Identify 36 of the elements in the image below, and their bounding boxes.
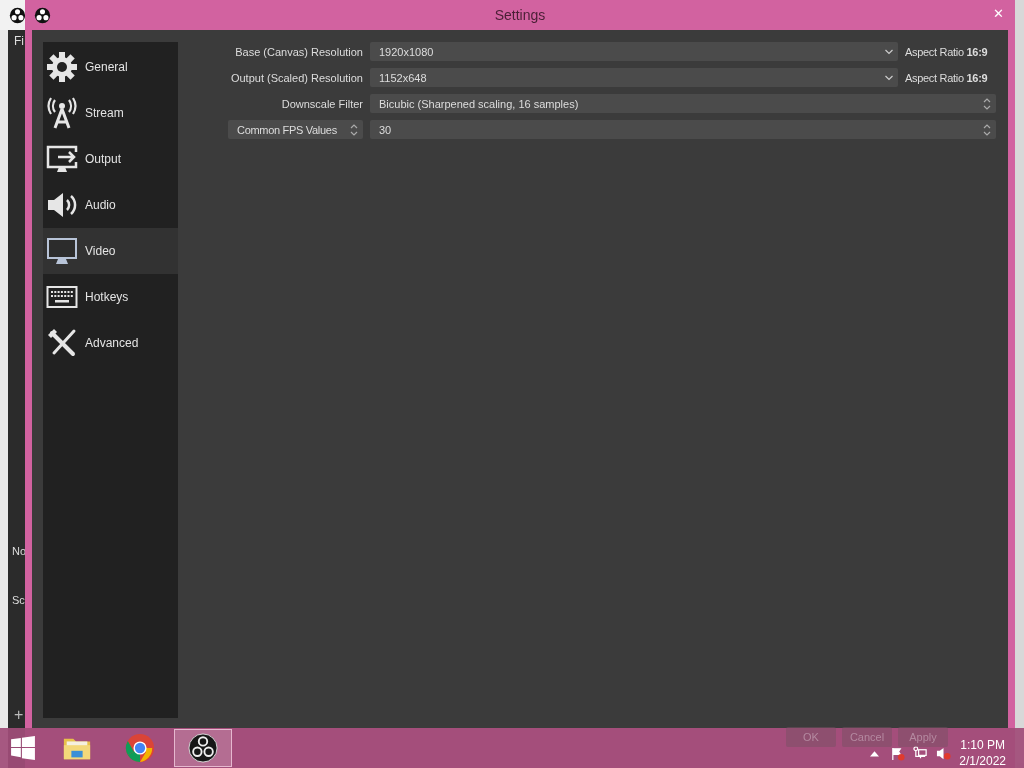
aspect-ratio-text: Aspect Ratio 16:9 [905, 45, 989, 58]
speaker-muted-icon[interactable] [936, 745, 952, 761]
sidebar-item[interactable]: Stream [43, 90, 178, 136]
clock[interactable]: 1:10 PM 2/1/2022 [959, 737, 1006, 768]
resolution-combo[interactable]: 1920x1080 [370, 42, 898, 61]
field-label: Base (Canvas) Resolution [234, 44, 363, 60]
gear-icon [46, 51, 78, 83]
sidebar-item[interactable]: General [43, 44, 178, 90]
tools-icon [46, 327, 78, 359]
monitor-arrow-icon [46, 143, 78, 175]
field-label: Downscale Filter [280, 96, 363, 112]
sidebar-item[interactable]: Advanced [43, 320, 178, 366]
app-logo-icon [34, 6, 51, 24]
menu-item[interactable]: Fi [14, 34, 24, 48]
sidebar-item[interactable]: Hotkeys [43, 274, 178, 320]
select-field[interactable]: Bicubic (Sharpened scaling, 16 samples) [370, 94, 996, 113]
sidebar-item[interactable]: Output [43, 136, 178, 182]
taskbar-app[interactable] [174, 729, 232, 767]
aspect-ratio-text: Aspect Ratio 16:9 [905, 71, 989, 84]
flag-error-icon[interactable] [890, 745, 906, 761]
add-button[interactable]: + [14, 706, 24, 724]
app-logo-icon [9, 6, 26, 24]
select-field[interactable]: 30 [370, 120, 996, 139]
resolution-combo[interactable]: 1152x648 [370, 68, 898, 87]
browser-icon [125, 733, 155, 763]
panel-label: Sc [12, 594, 25, 606]
window-title: Settings [494, 7, 546, 23]
monitor-icon [46, 235, 78, 267]
antenna-icon [46, 97, 78, 129]
network-icon[interactable] [913, 745, 929, 761]
sidebar-item[interactable]: Video [43, 228, 178, 274]
sidebar-item[interactable]: Audio [43, 182, 178, 228]
field-label: Output (Scaled) Resolution [229, 70, 363, 86]
fps-type-dropdown[interactable]: Common FPS Values [228, 120, 363, 139]
app-logo-icon [188, 733, 218, 763]
windows-start-icon[interactable] [10, 735, 36, 761]
